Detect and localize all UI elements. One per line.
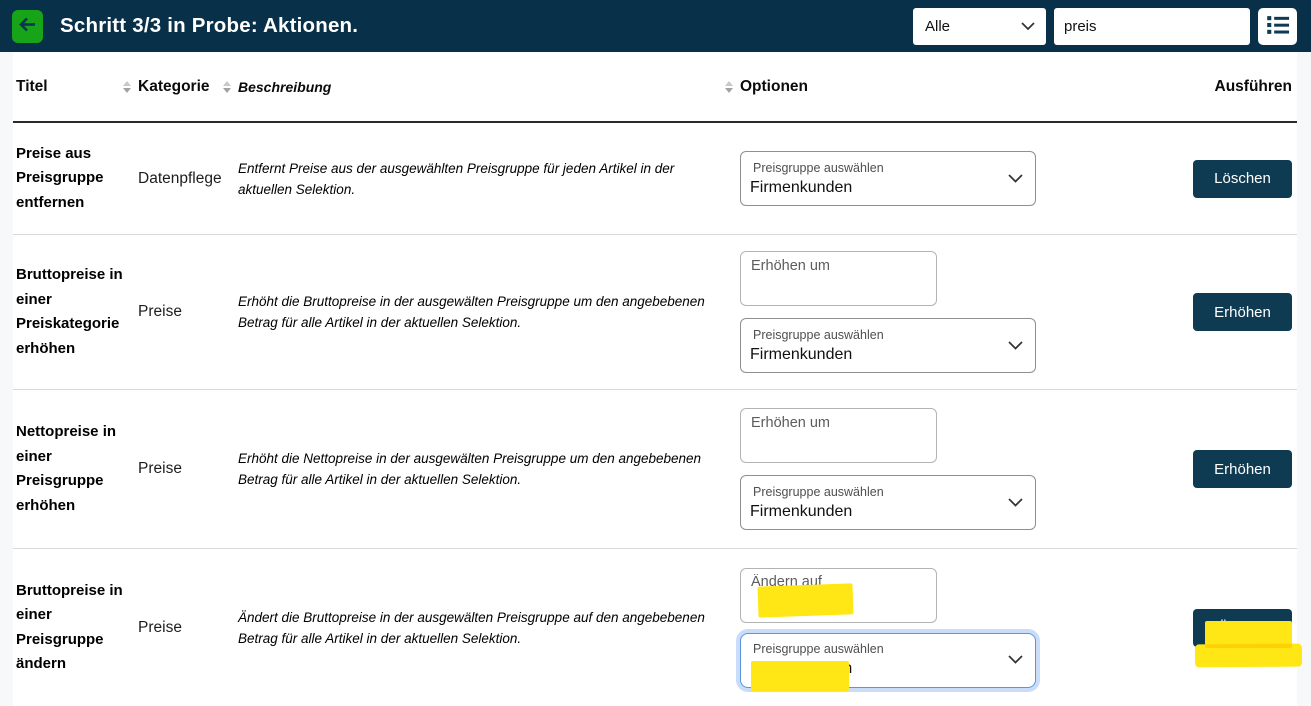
- select-label: Preisgruppe auswählen: [750, 327, 999, 343]
- list-icon: [1266, 14, 1290, 39]
- preisgruppe-select[interactable]: Preisgruppe auswählen Firmenkunden: [740, 318, 1036, 373]
- action-description: Erhöht die Nettopreise in der ausgewälte…: [235, 448, 737, 490]
- execute-button[interactable]: Erhöhen: [1193, 450, 1292, 488]
- select-value: Firmenkunden: [750, 501, 999, 522]
- amount-input[interactable]: [740, 251, 937, 306]
- actions-table: Titel Kategorie Beschreibung Optionen Au…: [13, 52, 1297, 706]
- search-input[interactable]: [1054, 8, 1250, 45]
- filter-select[interactable]: Alle: [913, 8, 1046, 45]
- action-description: Entfernt Preise aus der ausgewählten Pre…: [235, 158, 737, 200]
- table-row: Bruttopreise in einer Preiskategorie erh…: [13, 235, 1297, 390]
- chevron-down-icon: [1008, 651, 1023, 669]
- filter-select-value: Alle: [925, 18, 950, 35]
- preisgruppe-select[interactable]: Preisgruppe auswählen Firmenkunden: [740, 475, 1036, 530]
- preisgruppe-select[interactable]: Preisgruppe auswählen Probeflaschen: [740, 633, 1036, 688]
- select-value: Probeflaschen: [750, 658, 999, 679]
- chevron-down-icon: [1008, 494, 1023, 512]
- table-row: Nettopreise in einer Preisgruppe erhöhen…: [13, 390, 1297, 549]
- column-header-ausfuehren: Ausführen: [1047, 78, 1297, 96]
- table-row: Bruttopreise in einer Preisgruppe ändern…: [13, 549, 1297, 706]
- table-row: Preise aus Preisgruppe entfernen Datenpf…: [13, 123, 1297, 235]
- chevron-down-icon: [1008, 170, 1023, 188]
- execute-button[interactable]: Löschen: [1193, 160, 1292, 198]
- action-category: Preise: [135, 619, 235, 637]
- execute-button[interactable]: Ändern: [1193, 609, 1292, 647]
- chevron-down-icon: [1021, 18, 1035, 35]
- sort-icon[interactable]: [223, 81, 231, 93]
- execute-button[interactable]: Erhöhen: [1193, 293, 1292, 331]
- back-button[interactable]: [12, 10, 43, 43]
- page-title: Schritt 3/3 in Probe: Aktionen.: [60, 14, 913, 38]
- action-category: Preise: [135, 303, 235, 321]
- action-category: Preise: [135, 460, 235, 478]
- arrow-left-icon: [18, 16, 37, 36]
- select-label: Preisgruppe auswählen: [750, 160, 999, 176]
- action-title: Bruttopreise in einer Preisgruppe ändern: [13, 579, 135, 677]
- column-header-titel[interactable]: Titel: [13, 78, 135, 96]
- column-header-optionen: Optionen: [737, 78, 1047, 96]
- preisgruppe-select[interactable]: Preisgruppe auswählen Firmenkunden: [740, 151, 1036, 206]
- amount-input[interactable]: [740, 568, 937, 623]
- action-title: Bruttopreise in einer Preiskategorie erh…: [13, 263, 135, 361]
- chevron-down-icon: [1008, 337, 1023, 355]
- action-title: Preise aus Preisgruppe entfernen: [13, 142, 135, 216]
- select-value: Firmenkunden: [750, 177, 999, 198]
- select-label: Preisgruppe auswählen: [750, 484, 999, 500]
- app-window: Schritt 3/3 in Probe: Aktionen. Alle Tit…: [0, 0, 1311, 706]
- sort-icon[interactable]: [123, 81, 131, 93]
- action-description: Ändert die Bruttopreise in der ausgewält…: [235, 607, 737, 649]
- list-view-button[interactable]: [1258, 8, 1297, 45]
- amount-input[interactable]: [740, 408, 937, 463]
- action-title: Nettopreise in einer Preisgruppe erhöhen: [13, 420, 135, 518]
- action-category: Datenpflege: [135, 170, 235, 188]
- select-value: Firmenkunden: [750, 344, 999, 365]
- action-description: Erhöht die Bruttopreise in der ausgewält…: [235, 291, 737, 333]
- column-header-kategorie[interactable]: Kategorie: [135, 78, 235, 96]
- select-label: Preisgruppe auswählen: [750, 641, 999, 657]
- sort-icon[interactable]: [725, 81, 733, 93]
- column-header-beschreibung[interactable]: Beschreibung: [235, 79, 737, 95]
- table-header-row: Titel Kategorie Beschreibung Optionen Au…: [13, 52, 1297, 123]
- topbar: Schritt 3/3 in Probe: Aktionen. Alle: [0, 0, 1311, 52]
